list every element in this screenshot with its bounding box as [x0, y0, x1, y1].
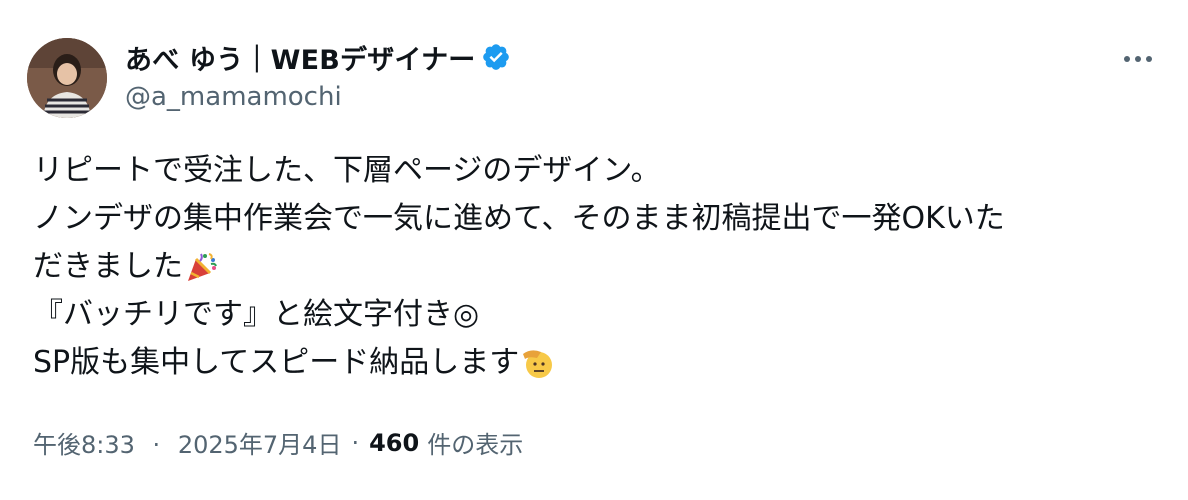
saluting-face-emoji	[521, 346, 555, 380]
meta-separator: ·	[152, 431, 161, 459]
tweet-line: リピートで受注した、下層ページのデザイン。	[33, 153, 661, 188]
tweet-line: 『バッチリです』と絵文字付き◎	[33, 297, 480, 332]
tweet-line: ノンデザの集中作業会で一気に進めて、そのまま初稿提出で一発OKいた	[33, 201, 1005, 236]
party-popper-emoji	[185, 250, 219, 284]
verified-badge-icon[interactable]	[481, 42, 511, 72]
avatar-photo	[27, 38, 107, 118]
avatar[interactable]	[27, 38, 107, 118]
tweet-timestamp[interactable]: 午後8:33 · 2025年7月4日	[33, 425, 341, 460]
more-options-button[interactable]	[1118, 44, 1158, 74]
author-handle[interactable]: @a_mamamochi	[125, 82, 1048, 112]
tweet-time[interactable]: 午後8:33	[33, 431, 135, 459]
author-display-name[interactable]: あべ ゆう｜WEBデザイナー	[125, 38, 475, 77]
tweet-line: だきました	[33, 249, 183, 284]
tweet-line: SP版も集中してスピード納品します	[33, 345, 520, 380]
author-name-row[interactable]: あべ ゆう｜WEBデザイナー	[125, 38, 1048, 77]
more-horizontal-icon	[1124, 56, 1152, 62]
meta-separator: ·	[351, 428, 360, 457]
tweet-text: リピートで受注した、下層ページのデザイン。 ノンデザの集中作業会で一気に進めて、…	[33, 147, 1153, 387]
tweet-date[interactable]: 2025年7月4日	[178, 431, 342, 459]
view-count: 460	[369, 428, 420, 457]
tweet-header: あべ ゆう｜WEBデザイナー @a_mamamochi	[125, 40, 1048, 112]
tweet-meta: 午後8:33 · 2025年7月4日 · 460 件の表示	[33, 425, 523, 460]
view-label: 件の表示	[427, 431, 524, 459]
